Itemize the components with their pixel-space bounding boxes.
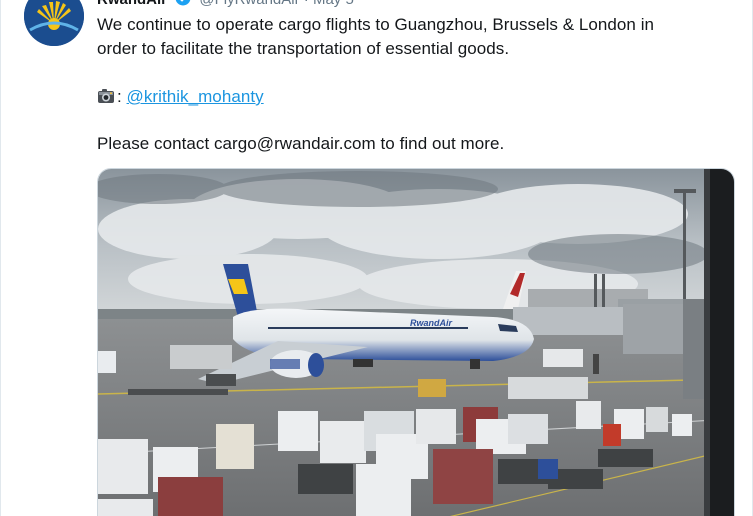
timeline-border-left	[0, 0, 1, 516]
airport-apron-photo: RwandAir	[98, 169, 734, 516]
livery-text: RwandAir	[410, 318, 453, 328]
camera-icon	[97, 87, 115, 103]
tweet-card[interactable]: RwandAir @FlyRwandAir · May 5 We continu…	[0, 0, 753, 516]
author-name[interactable]: RwandAir	[97, 0, 167, 8]
tweet-contact-line: Please contact cargo@rwandair.com to fin…	[97, 134, 505, 153]
tweet-header: RwandAir @FlyRwandAir · May 5	[97, 0, 354, 8]
photo-credit-separator: :	[117, 87, 127, 106]
rwandair-logo-icon	[24, 0, 84, 46]
verified-badge-icon	[175, 0, 191, 10]
avatar[interactable]	[24, 0, 84, 46]
tweet-photo[interactable]: RwandAir	[97, 168, 735, 516]
tweet-date[interactable]: May 5	[313, 0, 354, 8]
header-separator: ·	[304, 0, 309, 8]
tweet-text-line-2: order to facilitate the transportation o…	[97, 39, 510, 58]
tweet-text-line-1: We continue to operate cargo flights to …	[97, 15, 655, 34]
author-handle[interactable]: @FlyRwandAir	[199, 0, 299, 8]
photo-credit: : @krithik_mohanty	[97, 85, 264, 108]
mention-link[interactable]: @krithik_mohanty	[127, 87, 264, 106]
